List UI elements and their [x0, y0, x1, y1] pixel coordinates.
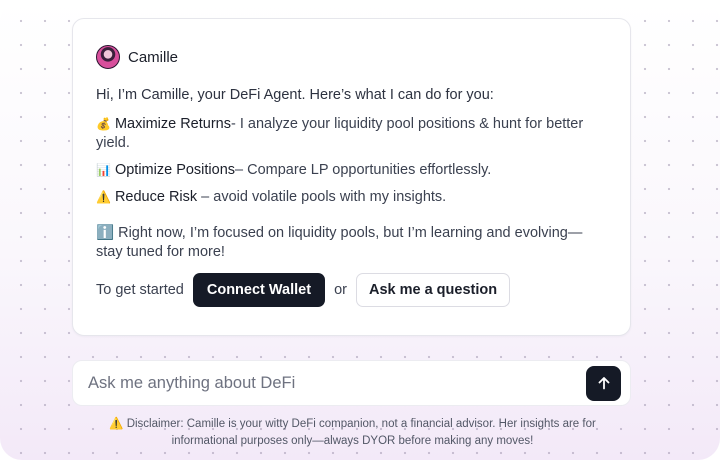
chat-input[interactable]: [88, 373, 586, 393]
arrow-up-icon: [598, 377, 609, 390]
feature-maximize-returns: 💰 Maximize Returns- I analyze your liquid…: [96, 115, 607, 153]
app-frame: Camille Hi, I’m Camille, your DeFi Agent…: [0, 0, 720, 460]
chat-composer: [72, 360, 631, 406]
connect-wallet-button[interactable]: Connect Wallet: [192, 273, 326, 307]
agent-header: Camille: [96, 45, 607, 69]
disclaimer-text: Disclaimer: Camille is your witty DeFi c…: [123, 418, 596, 447]
avatar-icon: [96, 45, 120, 69]
cta-text: To get started: [96, 282, 184, 298]
info-note: ℹ️ Right now, I’m focused on liquidity p…: [96, 224, 607, 262]
send-button[interactable]: [586, 365, 621, 401]
ask-question-button[interactable]: Ask me a question: [355, 273, 511, 307]
or-text: or: [334, 282, 347, 298]
agent-name: Camille: [128, 48, 179, 66]
money-bag-icon: 💰: [96, 117, 111, 131]
info-note-text: Right now, I’m focused on liquidity pool…: [96, 225, 583, 260]
feature-title: Maximize Returns: [114, 116, 231, 132]
disclaimer: ⚠️ Disclaimer: Camille is your witty DeF…: [80, 416, 625, 450]
feature-title: Reduce Risk: [114, 189, 198, 205]
intro-text: Hi, I’m Camille, your DeFi Agent. Here’s…: [96, 87, 494, 103]
info-icon: ℹ️: [96, 225, 115, 241]
feature-reduce-risk: ⚠️ Reduce Risk – avoid volatile pools wit…: [96, 188, 607, 207]
warning-icon: ⚠️: [109, 418, 124, 430]
warning-icon: ⚠️: [96, 190, 111, 204]
feature-optimize-positions: 📊 Optimize Positions– Compare LP opportun…: [96, 161, 607, 180]
agent-message-card: Camille Hi, I’m Camille, your DeFi Agent…: [72, 18, 631, 336]
cta-row: To get started Connect Wallet or Ask me …: [96, 273, 607, 307]
feature-description: – avoid volatile pools with my insights.: [197, 189, 447, 205]
feature-description: – Compare LP opportunities effortlessly.: [235, 162, 492, 178]
bar-chart-icon: 📊: [96, 163, 111, 177]
feature-title: Optimize Positions: [114, 162, 236, 178]
